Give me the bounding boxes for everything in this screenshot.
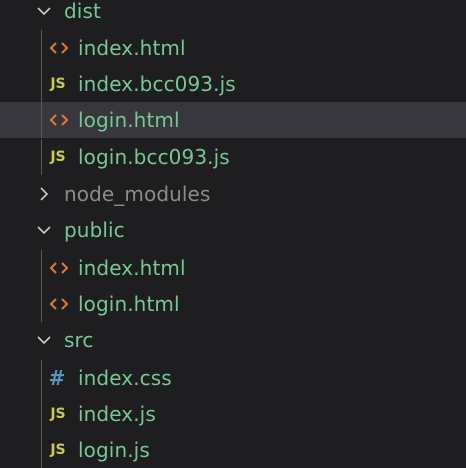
chevron-right-icon[interactable] <box>34 176 54 212</box>
file-label: login.bcc093.js <box>78 145 230 169</box>
folder-label: public <box>64 218 125 242</box>
file-label: index.html <box>78 36 186 60</box>
css-file-icon: # <box>48 366 66 390</box>
folder-label: node_modules <box>64 182 211 206</box>
file-explorer-tree: dist index.html JS index.bcc093.js login… <box>0 0 466 468</box>
file-label: login.html <box>78 292 180 316</box>
folder-row-public[interactable]: public <box>0 212 466 248</box>
file-row-public-login-html[interactable]: login.html <box>0 286 466 322</box>
indent-guide <box>41 250 42 286</box>
js-file-icon: JS <box>50 442 66 458</box>
js-file-icon: JS <box>50 149 66 165</box>
file-row-src-index-css[interactable]: # index.css <box>0 360 466 396</box>
indent-guide <box>41 102 42 138</box>
file-row-dist-login-html-selected[interactable]: login.html <box>0 102 466 138</box>
js-file-icon: JS <box>50 406 66 422</box>
indent-guide <box>41 360 42 396</box>
indent-guide <box>41 396 42 432</box>
file-label: login.js <box>78 438 150 462</box>
js-file-icon: JS <box>50 76 66 92</box>
chevron-down-icon[interactable] <box>34 322 54 358</box>
file-label: login.html <box>78 108 180 132</box>
file-row-dist-index-js[interactable]: JS index.bcc093.js <box>0 66 466 102</box>
file-row-public-index-html[interactable]: index.html <box>0 250 466 286</box>
folder-label: src <box>64 328 94 352</box>
folder-row-src[interactable]: src <box>0 322 466 358</box>
indent-guide <box>41 432 42 468</box>
file-row-dist-index-html[interactable]: index.html <box>0 30 466 66</box>
indent-guide <box>41 139 42 175</box>
indent-guide <box>41 286 42 322</box>
html-file-icon <box>48 102 70 138</box>
html-file-icon <box>48 30 70 66</box>
chevron-down-icon[interactable] <box>34 212 54 248</box>
file-row-src-index-js[interactable]: JS index.js <box>0 396 466 432</box>
folder-label: dist <box>64 0 101 23</box>
html-file-icon <box>48 250 70 286</box>
folder-row-node-modules[interactable]: node_modules <box>0 176 466 212</box>
file-row-dist-login-js[interactable]: JS login.bcc093.js <box>0 139 466 175</box>
folder-row-dist[interactable]: dist <box>0 0 466 29</box>
chevron-down-icon[interactable] <box>34 0 54 29</box>
file-label: index.html <box>78 256 186 280</box>
html-file-icon <box>48 286 70 322</box>
file-row-src-login-js[interactable]: JS login.js <box>0 432 466 468</box>
indent-guide <box>41 30 42 66</box>
file-label: index.js <box>78 402 156 426</box>
file-label: index.css <box>78 366 172 390</box>
file-label: index.bcc093.js <box>78 72 236 96</box>
indent-guide <box>41 66 42 102</box>
